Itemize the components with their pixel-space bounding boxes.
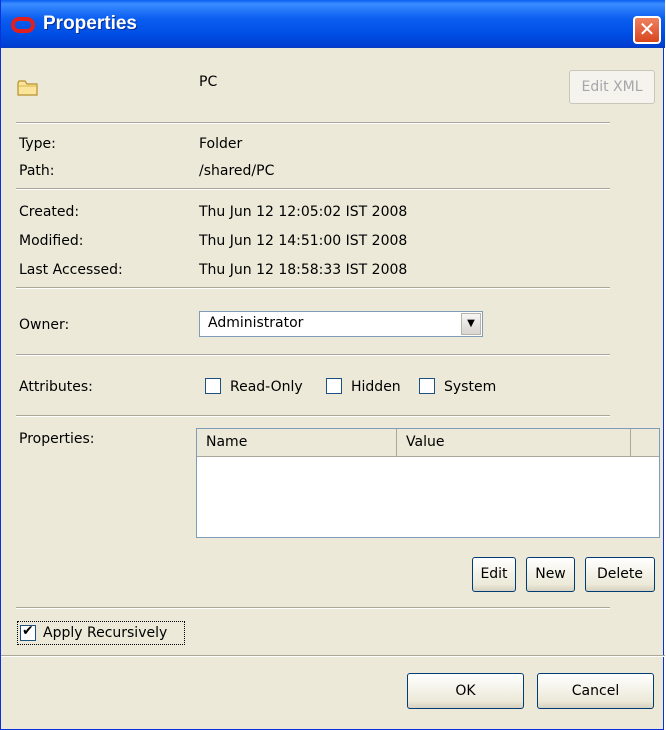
system-checkbox[interactable] <box>419 378 435 394</box>
properties-dialog: Properties ✕ PC Edit XML Type: Folder Pa… <box>0 0 665 730</box>
separator <box>16 287 610 289</box>
apply-recursively-label[interactable]: Apply Recursively <box>43 625 167 641</box>
window-title: Properties <box>43 13 137 34</box>
ok-button[interactable]: OK <box>407 673 524 709</box>
folder-icon <box>17 80 38 96</box>
modified-label: Modified: <box>19 233 84 249</box>
cancel-button[interactable]: Cancel <box>537 673 654 709</box>
modified-value: Thu Jun 12 14:51:00 IST 2008 <box>199 233 408 249</box>
edit-property-button[interactable]: Edit <box>472 557 516 592</box>
oracle-logo-icon <box>11 17 35 33</box>
separator <box>16 607 610 609</box>
type-value: Folder <box>199 136 243 152</box>
separator <box>16 122 610 124</box>
separator <box>16 188 610 190</box>
separator <box>16 415 610 417</box>
separator <box>16 354 610 356</box>
column-header-filler <box>631 429 659 457</box>
new-property-button[interactable]: New <box>526 557 575 592</box>
column-header-name[interactable]: Name <box>197 429 397 457</box>
hidden-checkbox[interactable] <box>326 378 342 394</box>
table-header: Name Value <box>197 429 659 457</box>
footer-separator <box>1 655 665 657</box>
last-accessed-value: Thu Jun 12 18:58:33 IST 2008 <box>199 262 408 278</box>
path-label: Path: <box>19 163 55 179</box>
last-accessed-label: Last Accessed: <box>19 262 123 278</box>
owner-select[interactable]: Administrator ▼ <box>199 311 483 337</box>
read-only-checkbox[interactable] <box>205 378 221 394</box>
properties-table[interactable]: Name Value <box>196 428 660 538</box>
delete-property-button[interactable]: Delete <box>585 557 655 592</box>
column-header-value[interactable]: Value <box>397 429 631 457</box>
created-label: Created: <box>19 204 80 220</box>
properties-label: Properties: <box>19 431 95 447</box>
edit-xml-button[interactable]: Edit XML <box>569 70 655 104</box>
hidden-label[interactable]: Hidden <box>351 379 401 395</box>
attributes-label: Attributes: <box>19 379 93 395</box>
owner-selected-value: Administrator <box>208 315 304 331</box>
type-label: Type: <box>19 136 56 152</box>
close-button[interactable]: ✕ <box>633 16 661 44</box>
item-name: PC <box>199 74 218 90</box>
read-only-label[interactable]: Read-Only <box>230 379 303 395</box>
path-value: /shared/PC <box>199 163 275 179</box>
close-icon: ✕ <box>638 17 656 41</box>
title-bar[interactable]: Properties ✕ <box>1 0 665 48</box>
created-value: Thu Jun 12 12:05:02 IST 2008 <box>199 204 408 220</box>
system-label[interactable]: System <box>444 379 496 395</box>
chevron-down-icon[interactable]: ▼ <box>461 313 481 335</box>
owner-label: Owner: <box>19 317 70 333</box>
